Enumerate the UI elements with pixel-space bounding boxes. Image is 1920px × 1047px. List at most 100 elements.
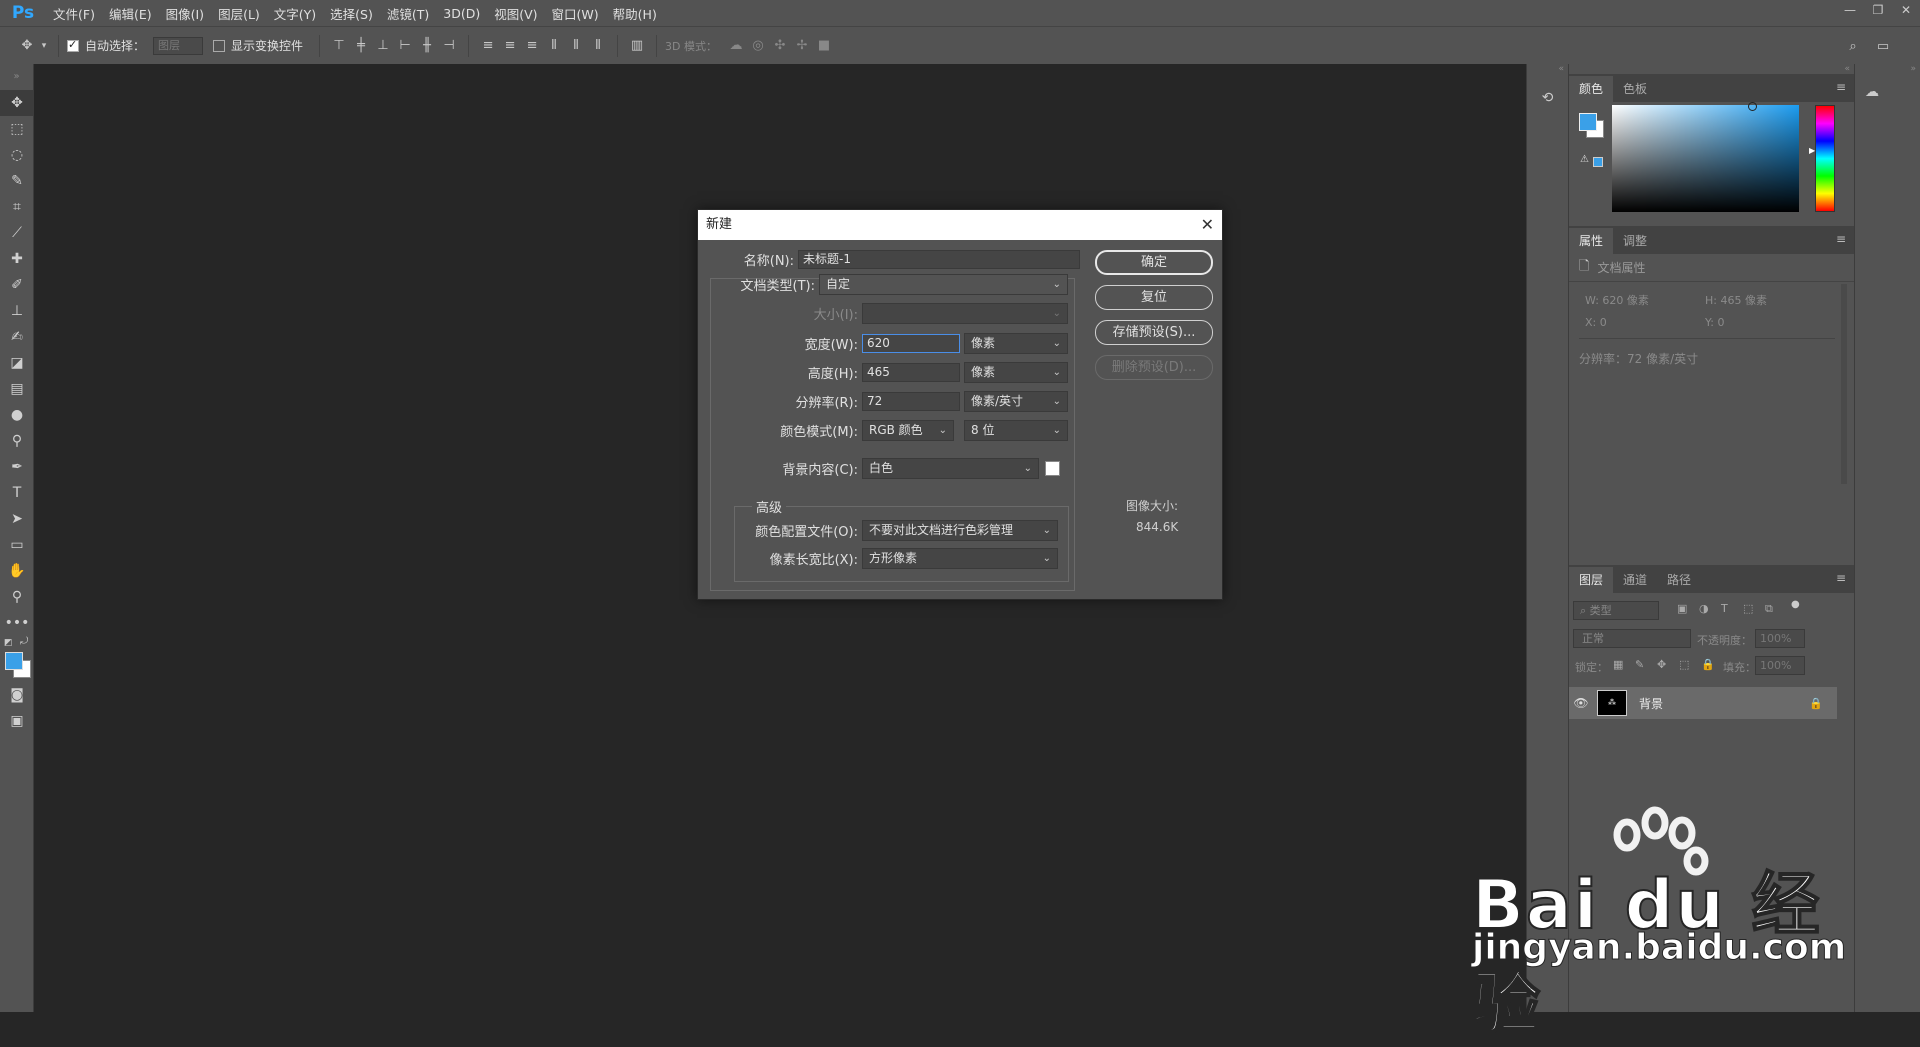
filter-adjust-icon[interactable]: ◑ [1699, 602, 1709, 615]
gradient-tool-icon[interactable]: ▤ [0, 376, 34, 402]
slide-3d-icon[interactable]: ✢ [791, 35, 813, 57]
tab-paths[interactable]: 路径 [1657, 567, 1701, 593]
filter-shape-icon[interactable]: ⬚ [1743, 602, 1753, 615]
menu-window[interactable]: 窗口(W) [545, 4, 606, 23]
roll-3d-icon[interactable]: ◎ [747, 35, 769, 57]
filter-smart-icon[interactable]: ⧉ [1765, 602, 1773, 616]
stamp-tool-icon[interactable]: ⊥ [0, 298, 34, 324]
color-field[interactable] [1612, 102, 1799, 212]
search-icon[interactable]: ⌕ [1842, 35, 1864, 57]
dodge-tool-icon[interactable]: ⚲ [0, 428, 34, 454]
tab-swatches[interactable]: 色板 [1613, 76, 1657, 102]
width-unit-select[interactable]: 像素 ⌄ [964, 333, 1068, 354]
align-vcenter-icon[interactable]: ╪ [350, 35, 372, 57]
lock-position-icon[interactable]: ✥ [1657, 658, 1666, 671]
height-unit-select[interactable]: 像素 ⌄ [964, 362, 1068, 383]
panel-menu-icon[interactable]: ≡ [1836, 80, 1846, 94]
distribute-top-icon[interactable]: ≡ [477, 35, 499, 57]
visibility-eye-icon[interactable]: 👁 [1569, 696, 1593, 710]
resolution-input[interactable]: 72 [862, 392, 960, 411]
lock-transparent-icon[interactable]: ▦ [1613, 658, 1623, 671]
gamut-swatch[interactable] [1593, 157, 1603, 167]
collapse-chevron-icon[interactable]: » [0, 64, 33, 90]
delete-preset-button[interactable]: 删除预设(D)... [1095, 355, 1213, 380]
color-picker-ring[interactable] [1748, 102, 1757, 111]
align-bottom-icon[interactable]: ⊥ [372, 35, 394, 57]
eraser-tool-icon[interactable]: ◪ [0, 350, 34, 376]
cc-libraries-icon[interactable]: ☁ [1865, 84, 1889, 104]
expand-chevron-icon[interactable]: « [1527, 64, 1568, 74]
layers-panel-menu-icon[interactable]: ≡ [1836, 571, 1846, 585]
height-input[interactable]: 465 [862, 363, 960, 382]
align-left-icon[interactable]: ⊢ [394, 35, 416, 57]
blend-mode-select[interactable]: 正常 [1573, 629, 1691, 648]
rectangle-tool-icon[interactable]: ▭ [0, 532, 34, 558]
close-window-button[interactable]: ✕ [1892, 0, 1920, 20]
background-select[interactable]: 白色 ⌄ [862, 458, 1039, 479]
menu-select[interactable]: 选择(S) [323, 4, 380, 23]
crop-tool-icon[interactable]: ⌗ [0, 194, 34, 220]
menu-filter[interactable]: 滤镜(T) [380, 4, 436, 23]
name-input[interactable]: 未标题-1 [798, 250, 1080, 269]
filter-pixel-icon[interactable]: ▣ [1677, 602, 1687, 615]
distribute-left-icon[interactable]: ⫴ [543, 35, 565, 57]
quick-mask-icon[interactable]: ◙ [0, 682, 34, 708]
align-top-icon[interactable]: ⊤ [328, 35, 350, 57]
fill-input[interactable]: 100% [1755, 656, 1805, 675]
workspace-icon[interactable]: ▭ [1872, 35, 1894, 57]
restore-button[interactable]: ❐ [1864, 0, 1892, 20]
colormode-select[interactable]: RGB 颜色 ⌄ [862, 420, 954, 441]
auto-align-icon[interactable]: ▥ [626, 35, 648, 57]
menu-3d[interactable]: 3D(D) [436, 6, 487, 21]
eyedropper-tool-icon[interactable]: ⟋ [0, 220, 34, 246]
minimize-button[interactable]: — [1836, 0, 1864, 20]
filter-toggle-icon[interactable]: ● [1791, 599, 1800, 610]
tab-channels[interactable]: 通道 [1613, 567, 1657, 593]
hue-slider[interactable] [1815, 105, 1835, 212]
layer-row-background[interactable]: 👁 ⁂ 背景 🔒 [1569, 687, 1837, 719]
menu-view[interactable]: 视图(V) [487, 4, 544, 23]
pen-tool-icon[interactable]: ✒ [0, 454, 34, 480]
libraries-chevron-icon[interactable]: » [1855, 64, 1920, 74]
blur-tool-icon[interactable]: ● [0, 402, 34, 428]
path-select-tool-icon[interactable]: ➤ [0, 506, 34, 532]
lock-artboard-icon[interactable]: ⬚ [1679, 658, 1689, 671]
close-icon[interactable]: ✕ [1201, 210, 1214, 240]
menu-file[interactable]: 文件(F) [46, 4, 102, 23]
lock-pixels-icon[interactable]: ✎ [1635, 658, 1644, 671]
quick-select-tool-icon[interactable]: ✎ [0, 168, 34, 194]
gamut-warning-icon[interactable]: ⚠ [1580, 154, 1589, 165]
align-right-icon[interactable]: ⊣ [438, 35, 460, 57]
lock-all-icon[interactable]: 🔒 [1701, 658, 1715, 671]
distribute-vcenter-icon[interactable]: ≡ [499, 35, 521, 57]
distribute-bottom-icon[interactable]: ≡ [521, 35, 543, 57]
screen-mode-icon[interactable]: ▣ [0, 708, 34, 734]
opacity-input[interactable]: 100% [1755, 629, 1805, 648]
swap-colors-icon[interactable]: ⤾ [20, 636, 28, 647]
bitdepth-select[interactable]: 8 位 ⌄ [964, 420, 1068, 441]
tab-layers[interactable]: 图层 [1569, 567, 1614, 593]
panel-fg-swatch[interactable] [1579, 113, 1597, 131]
align-hcenter-icon[interactable]: ╫ [416, 35, 438, 57]
tab-properties[interactable]: 属性 [1569, 228, 1614, 254]
menu-help[interactable]: 帮助(H) [606, 4, 664, 23]
tool-preset-chevron-icon[interactable]: ▾ [38, 35, 50, 57]
hue-slider-handle-icon[interactable]: ▶ [1809, 146, 1815, 155]
save-preset-button[interactable]: 存储预设(S)... [1095, 320, 1213, 345]
tab-color[interactable]: 颜色 [1569, 76, 1614, 102]
distribute-hcenter-icon[interactable]: ⫴ [565, 35, 587, 57]
type-tool-icon[interactable]: T [0, 480, 34, 506]
width-input[interactable]: 620 [862, 334, 960, 353]
camera-3d-icon[interactable]: ■ [813, 35, 835, 57]
auto-select-checkbox[interactable] [67, 38, 79, 52]
size-select[interactable]: ⌄ [862, 303, 1068, 324]
filter-type-icon[interactable]: T [1721, 602, 1728, 615]
more-tools-icon[interactable]: ••• [0, 610, 34, 636]
menu-layer[interactable]: 图层(L) [211, 4, 267, 23]
marquee-tool-icon[interactable]: ⬚ [0, 116, 34, 142]
aspect-select[interactable]: 方形像素 ⌄ [862, 548, 1058, 569]
tab-adjustments[interactable]: 调整 [1613, 228, 1657, 254]
profile-select[interactable]: 不要对此文档进行色彩管理 ⌄ [862, 520, 1058, 541]
history-panel-icon[interactable]: ⟲ [1537, 90, 1559, 112]
background-color-swatch[interactable] [1045, 461, 1060, 476]
